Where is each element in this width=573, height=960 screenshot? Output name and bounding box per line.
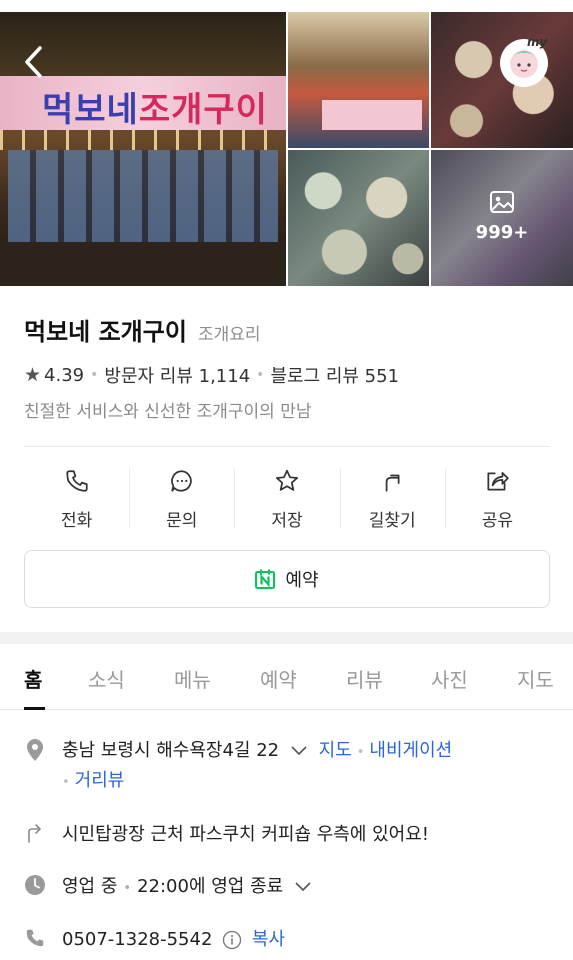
action-label: 전화 — [60, 511, 93, 531]
reserve-label: 예약 — [285, 570, 319, 591]
tab-news[interactable]: 소식 — [88, 664, 125, 693]
save-button[interactable]: 저장 — [234, 462, 339, 532]
place-description: 친절한 서비스와 신선한 조개구이의 만남 — [24, 402, 312, 422]
separator-dot: • — [356, 745, 365, 760]
tab-reviews[interactable]: 리뷰 — [346, 664, 383, 693]
phone-icon — [26, 929, 44, 947]
review-stats: ★ 4.39 • 방문자 리뷰 1,114 • 블로그 리뷰 551 — [24, 362, 399, 388]
action-label: 저장 — [271, 511, 303, 531]
share-icon — [487, 472, 510, 491]
star-icon — [275, 469, 299, 491]
directions-button[interactable]: 길찾기 — [339, 462, 445, 532]
storefront-sign: 먹보네조개구이 — [0, 76, 286, 130]
chevron-down-icon[interactable] — [295, 882, 311, 892]
phone-icon — [65, 470, 88, 492]
chat-icon — [170, 470, 192, 492]
reserve-button[interactable]: 예약 — [24, 550, 550, 608]
phone-number[interactable]: 0507-1328-5542 — [62, 929, 212, 950]
action-label: 공유 — [481, 511, 514, 531]
separator-dot: • — [62, 775, 70, 790]
navigation-link[interactable]: 내비게이션 — [369, 740, 452, 761]
map-link[interactable]: 지도 — [319, 740, 352, 761]
visitor-reviews-link[interactable]: 방문자 리뷰 1,114 — [104, 362, 250, 388]
separator-dot: • — [256, 367, 265, 383]
clock-icon — [25, 875, 45, 895]
address-text: 충남 보령시 해수욕장4길 22 — [62, 740, 280, 761]
exterior-sign — [322, 100, 422, 130]
exterior-photo[interactable] — [288, 12, 429, 148]
section-gap — [0, 632, 573, 644]
rating-value: 4.39 — [44, 364, 85, 386]
share-button[interactable]: 공유 — [444, 462, 550, 532]
tab-home[interactable]: 홈 — [24, 664, 42, 693]
street-floor — [0, 242, 286, 286]
place-category: 조개요리 — [198, 325, 261, 345]
copy-link[interactable]: 복사 — [252, 929, 285, 950]
photo-gallery[interactable]: 먹보네조개구이 999+ my — [0, 12, 573, 286]
inquiry-button[interactable]: 문의 — [129, 462, 234, 532]
back-arrow-icon[interactable] — [18, 42, 50, 82]
divider — [24, 446, 550, 447]
photo-count: 999+ — [475, 222, 529, 243]
my-profile-avatar-icon[interactable]: my — [497, 34, 551, 88]
action-label: 길찾기 — [368, 511, 416, 531]
image-icon — [490, 191, 514, 213]
action-label: 문의 — [166, 511, 198, 531]
directions-text: 시민탑광장 근처 파스쿠치 커피숍 우측에 있어요! — [62, 824, 430, 845]
place-title-row: 먹보네 조개구이 조개요리 — [24, 312, 261, 347]
directions-icon — [385, 474, 400, 492]
active-tab-indicator — [24, 707, 45, 710]
address-row: 충남 보령시 해수욕장4길 22 지도 • 내비게이션 • 거리뷰 — [24, 736, 554, 796]
string-lights — [0, 130, 286, 150]
blog-reviews-link[interactable]: 블로그 리뷰 551 — [270, 362, 399, 388]
location-pin-icon — [27, 739, 43, 761]
naver-booking-icon — [255, 569, 276, 589]
phone-row: 0507-1328-5542 복사 — [24, 925, 554, 951]
street-view-link[interactable]: 거리뷰 — [75, 770, 125, 791]
action-bar: 전화 문의 저장 길찾기 공유 — [24, 462, 550, 532]
chevron-down-icon[interactable] — [291, 746, 307, 756]
sign-text-1: 먹보네 — [42, 90, 139, 130]
sign-text-2: 조개구이 — [138, 90, 268, 130]
separator-dot: • — [90, 367, 99, 383]
more-photos-button[interactable]: 999+ — [431, 150, 573, 286]
tab-reservation[interactable]: 예약 — [260, 664, 297, 693]
raw-clams-photo[interactable] — [288, 150, 429, 286]
tab-bar: 홈 소식 메뉴 예약 리뷰 사진 지도 — [0, 644, 573, 710]
directions-row: 시민탑광장 근처 파스쿠치 커피숍 우측에 있어요! — [24, 820, 554, 846]
hours-status: 영업 중 — [62, 876, 118, 897]
tab-map[interactable]: 지도 — [517, 664, 554, 693]
hours-close: 22:00에 영업 종료 — [137, 876, 284, 897]
info-icon[interactable] — [222, 930, 242, 950]
call-button[interactable]: 전화 — [24, 462, 129, 532]
hours-row[interactable]: 영업 중 • 22:00에 영업 종료 — [24, 872, 554, 898]
svg-text:my: my — [527, 35, 549, 49]
rating-star-icon: ★ — [24, 364, 42, 386]
place-name: 먹보네 조개구이 — [24, 318, 187, 346]
tab-photos[interactable]: 사진 — [431, 664, 468, 693]
separator-dot: • — [123, 881, 132, 896]
tab-menu[interactable]: 메뉴 — [174, 664, 211, 693]
turn-arrow-icon — [28, 824, 41, 843]
